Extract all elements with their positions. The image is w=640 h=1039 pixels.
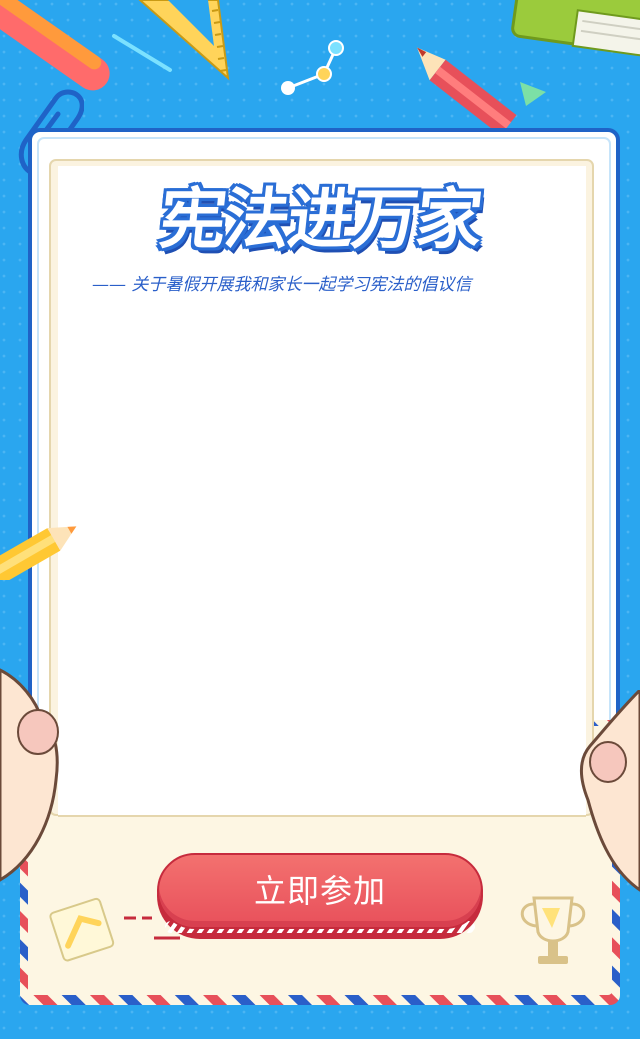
left-hand <box>0 668 59 882</box>
note-icon <box>49 897 115 962</box>
trophy-icon <box>520 896 586 964</box>
poster-page: 宪法进万家 —— 关于暑假开展我和家长一起学习宪法的倡议信 立即参加 <box>0 0 640 1039</box>
page-subtitle: —— 关于暑假开展我和家长一起学习宪法的倡议信 <box>92 275 472 295</box>
join-now-button-label: 立即参加 <box>253 872 386 910</box>
page-title: 宪法进万家 <box>156 181 485 258</box>
yellow-pencil-icon <box>0 526 77 580</box>
join-now-button[interactable]: 立即参加 <box>157 853 483 939</box>
